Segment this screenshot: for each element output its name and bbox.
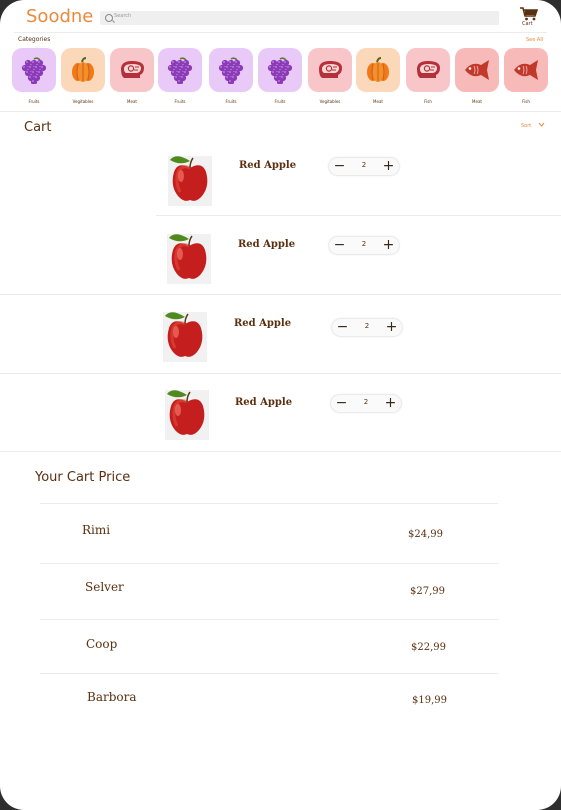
divider bbox=[0, 373, 561, 374]
chevron-down-icon bbox=[538, 122, 545, 127]
category-label: Meat bbox=[127, 99, 137, 104]
fish-icon bbox=[514, 60, 538, 80]
product-image[interactable] bbox=[165, 230, 213, 285]
category-label: Vegitables bbox=[319, 99, 341, 104]
cart-icon bbox=[520, 7, 539, 21]
divider bbox=[40, 619, 498, 620]
category-label: Meat bbox=[472, 99, 482, 104]
store-price: $19,99 bbox=[412, 695, 447, 706]
divider bbox=[0, 451, 561, 452]
category-tile[interactable] bbox=[308, 48, 352, 92]
category-tile[interactable] bbox=[356, 48, 400, 92]
divider bbox=[40, 563, 498, 564]
category-label: Fruits bbox=[225, 99, 237, 104]
search-icon bbox=[105, 14, 113, 22]
category-label: Meat bbox=[373, 99, 383, 104]
search-input[interactable]: Search bbox=[114, 13, 131, 19]
product-image[interactable] bbox=[161, 308, 209, 363]
category-tile[interactable] bbox=[209, 48, 253, 92]
increase-button[interactable]: + bbox=[382, 395, 399, 412]
meat-icon bbox=[417, 61, 440, 78]
category-label: Vegitables bbox=[72, 99, 94, 104]
app-frame: Soodne Search Cart Categories See All Fr… bbox=[0, 0, 561, 810]
divider bbox=[40, 673, 498, 674]
pumpkin-icon bbox=[367, 57, 389, 82]
meat-icon bbox=[121, 61, 144, 78]
decrease-button[interactable]: − bbox=[331, 158, 348, 175]
store-price: $22,99 bbox=[411, 642, 446, 653]
brand-logo[interactable]: Soodne bbox=[26, 6, 93, 27]
grapes-icon bbox=[21, 57, 47, 84]
product-name: Red Apple bbox=[238, 239, 296, 250]
pumpkin-icon bbox=[72, 57, 94, 82]
quantity-value: 2 bbox=[361, 161, 367, 169]
divider bbox=[40, 503, 498, 504]
grapes-icon bbox=[267, 57, 293, 84]
sort-label: Sort bbox=[521, 123, 532, 129]
category-tile[interactable] bbox=[258, 48, 302, 92]
category-tile[interactable] bbox=[12, 48, 56, 92]
product-name: Red Apple bbox=[239, 160, 297, 171]
cart-price-title: Your Cart Price bbox=[35, 470, 131, 485]
search-bar[interactable]: Search bbox=[100, 11, 499, 25]
store-price: $27,99 bbox=[410, 586, 445, 597]
quantity-value: 2 bbox=[361, 240, 367, 248]
category-label: Fruits bbox=[274, 99, 286, 104]
product-image[interactable] bbox=[166, 152, 214, 207]
categories-title: Categories bbox=[18, 36, 51, 43]
divider bbox=[156, 215, 561, 216]
divider bbox=[0, 111, 561, 112]
decrease-button[interactable]: − bbox=[333, 395, 350, 412]
grapes-icon bbox=[167, 57, 193, 84]
increase-button[interactable]: + bbox=[383, 319, 400, 336]
category-tile[interactable] bbox=[504, 48, 548, 92]
quantity-value: 2 bbox=[364, 322, 370, 330]
store-name: Selver bbox=[85, 580, 124, 594]
category-label: Fruits bbox=[28, 99, 40, 104]
store-price: $24,99 bbox=[408, 529, 443, 540]
sort-button[interactable]: Sort bbox=[521, 122, 545, 129]
category-label: Fish bbox=[522, 99, 530, 104]
grapes-icon bbox=[218, 57, 244, 84]
category-tile[interactable] bbox=[110, 48, 154, 92]
meat-icon bbox=[319, 61, 342, 78]
category-label: Fish bbox=[424, 99, 432, 104]
fish-icon bbox=[465, 60, 489, 80]
product-name: Red Apple bbox=[235, 397, 293, 408]
category-tile[interactable] bbox=[158, 48, 202, 92]
category-label: Fruits bbox=[174, 99, 186, 104]
see-all-link[interactable]: See All bbox=[526, 37, 543, 43]
cart-label: Cart bbox=[522, 21, 533, 27]
increase-button[interactable]: + bbox=[380, 237, 397, 254]
increase-button[interactable]: + bbox=[380, 158, 397, 175]
cart-title: Cart bbox=[24, 120, 52, 135]
quantity-stepper[interactable]: − 2 + bbox=[331, 395, 401, 412]
divider bbox=[0, 294, 561, 295]
quantity-value: 2 bbox=[363, 398, 369, 406]
category-tile[interactable] bbox=[61, 48, 105, 92]
store-name: Barbora bbox=[87, 690, 137, 704]
category-tile[interactable] bbox=[455, 48, 499, 92]
product-name: Red Apple bbox=[234, 318, 292, 329]
divider bbox=[14, 32, 547, 33]
store-name: Rimi bbox=[82, 523, 111, 537]
category-tile[interactable] bbox=[406, 48, 450, 92]
decrease-button[interactable]: − bbox=[331, 237, 348, 254]
cart-button[interactable]: Cart bbox=[518, 7, 542, 29]
decrease-button[interactable]: − bbox=[334, 319, 351, 336]
quantity-stepper[interactable]: − 2 + bbox=[329, 237, 399, 254]
product-image[interactable] bbox=[163, 386, 211, 441]
quantity-stepper[interactable]: − 2 + bbox=[329, 158, 399, 175]
store-name: Coop bbox=[86, 637, 118, 651]
quantity-stepper[interactable]: − 2 + bbox=[332, 319, 402, 336]
